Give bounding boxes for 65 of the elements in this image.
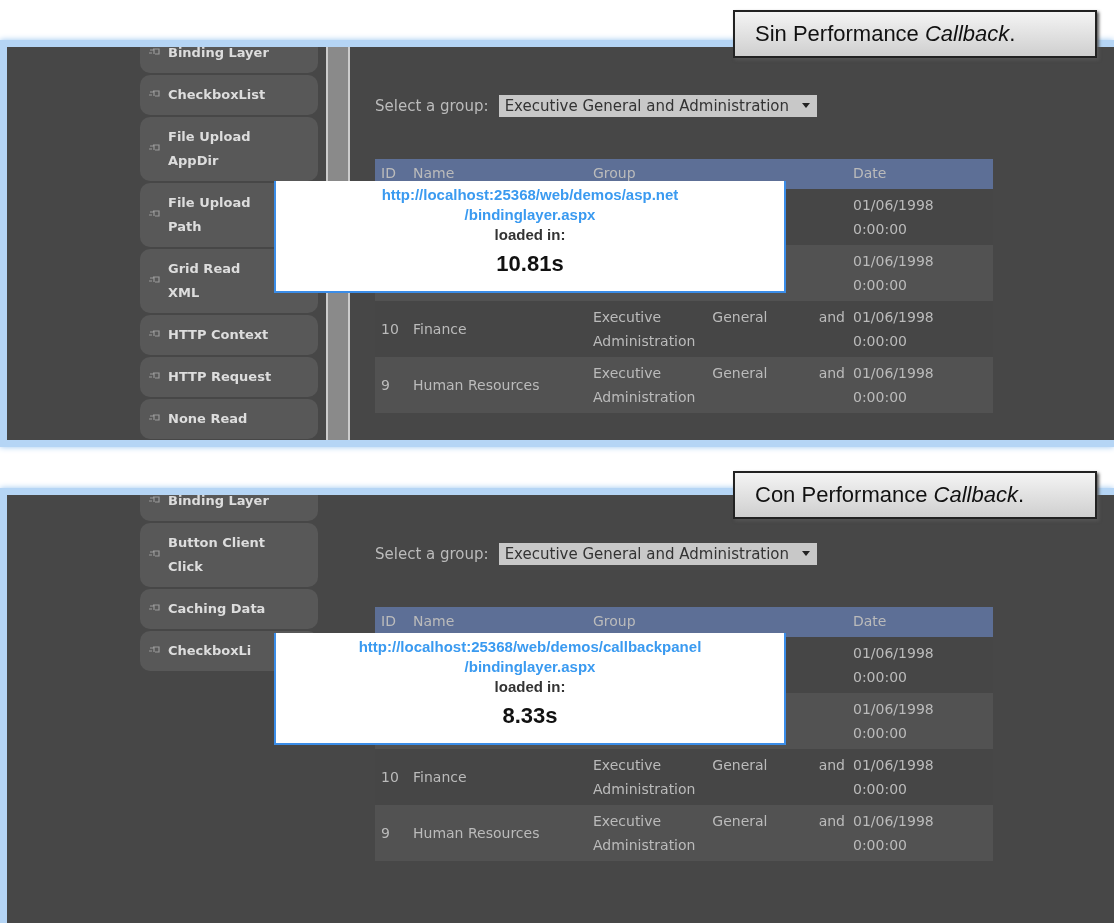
table-cell-text: 01/06/1998 0:00:00 xyxy=(853,644,935,687)
table-cell-text: Executive General and Administration xyxy=(593,364,846,407)
table-cell-text: Executive General and Administration xyxy=(593,812,846,855)
group-select[interactable]: Executive General and Administration xyxy=(498,95,818,117)
caret-icon xyxy=(801,103,812,109)
sidebar-item[interactable]: File Upload AppDir xyxy=(140,117,318,181)
loaded-label: loaded in: xyxy=(494,225,566,245)
sidebar-item-label: HTTP Context xyxy=(168,326,269,344)
table-cell-text: Finance xyxy=(413,768,468,787)
load-time: 10.81s xyxy=(496,251,564,277)
sidebar-item[interactable]: CheckboxList xyxy=(140,75,318,115)
column-header: ID xyxy=(380,165,397,181)
table-cell-text: Executive General and Administration xyxy=(593,756,846,799)
sidebar-item-label: File Upload AppDir xyxy=(168,128,252,170)
column-header: Date xyxy=(853,613,888,629)
table-cell-text: Human Resources xyxy=(413,376,541,395)
table-cell-text: Human Resources xyxy=(413,824,541,843)
sidebar-item-label: CheckboxList xyxy=(168,86,266,104)
page-url: http://localhost:25368/web/demos/asp.net xyxy=(381,185,679,205)
table-cell-text: Executive General and Administration xyxy=(593,308,846,351)
sidebar-item-label: Grid Read XML xyxy=(168,260,242,302)
table-cell-text: 10 xyxy=(380,320,400,339)
table-cell-text: 01/06/1998 0:00:00 xyxy=(853,756,935,799)
sidebar-item-label: Binding Layer xyxy=(168,47,269,62)
sidebar-item[interactable]: Binding Layer xyxy=(140,47,318,73)
table-cell-text: 01/06/1998 0:00:00 xyxy=(853,700,935,743)
select-label: Select a group: xyxy=(375,97,489,115)
group-select[interactable]: Executive General and Administration xyxy=(498,543,818,565)
load-time: 8.33s xyxy=(502,703,558,729)
table-cell-text: 9 xyxy=(380,824,391,843)
table-cell-text: Finance xyxy=(413,320,468,339)
table-cell-text: 01/06/1998 0:00:00 xyxy=(853,308,935,351)
caret-icon xyxy=(801,551,812,557)
page-url: /bindinglayer.aspx xyxy=(464,657,596,677)
sidebar-item-label: HTTP Request xyxy=(168,368,272,386)
table-cell-text: 01/06/1998 0:00:00 xyxy=(853,196,935,239)
column-header: ID xyxy=(380,613,397,629)
sidebar-item-label: CheckboxLi xyxy=(168,642,252,660)
table-cell-text: 01/06/1998 0:00:00 xyxy=(853,364,935,407)
sidebar-item-label: Button Client Click xyxy=(168,534,267,576)
loaded-label: loaded in: xyxy=(494,677,566,697)
caption-box: Con Performance Callback. xyxy=(733,471,1097,519)
select-label: Select a group: xyxy=(375,545,489,563)
sidebar-item[interactable]: HTTP Request xyxy=(140,357,318,397)
sidebar-item-label: None Read xyxy=(168,410,248,428)
caption-box: Sin Performance Callback. xyxy=(733,10,1097,58)
column-header: Date xyxy=(853,165,888,181)
sidebar-item-label: Caching Data xyxy=(168,600,266,618)
table-cell-text: 10 xyxy=(380,768,400,787)
sidebar-item[interactable]: Binding Layer xyxy=(140,495,318,521)
sidebar-item[interactable]: Caching Data xyxy=(140,589,318,629)
sidebar-item-label: File Upload Path xyxy=(168,194,252,236)
sidebar-item[interactable]: None Read xyxy=(140,399,318,439)
table-cell-text: 9 xyxy=(380,376,391,395)
table-cell-text: 01/06/1998 0:00:00 xyxy=(853,812,935,855)
table-cell-text: 01/06/1998 0:00:00 xyxy=(853,252,935,295)
page-url: http://localhost:25368/web/demos/callbackpanel xyxy=(358,637,702,657)
column-header: Name xyxy=(413,165,456,181)
column-header: Group xyxy=(593,165,637,181)
sidebar-item-label: Binding Layer xyxy=(168,495,269,510)
page-url: /bindinglayer.aspx xyxy=(464,205,596,225)
column-header: Group xyxy=(593,613,637,629)
column-header: Name xyxy=(413,613,456,629)
sidebar-item[interactable]: HTTP Context xyxy=(140,315,318,355)
sidebar-item[interactable]: Button Client Click xyxy=(140,523,318,587)
